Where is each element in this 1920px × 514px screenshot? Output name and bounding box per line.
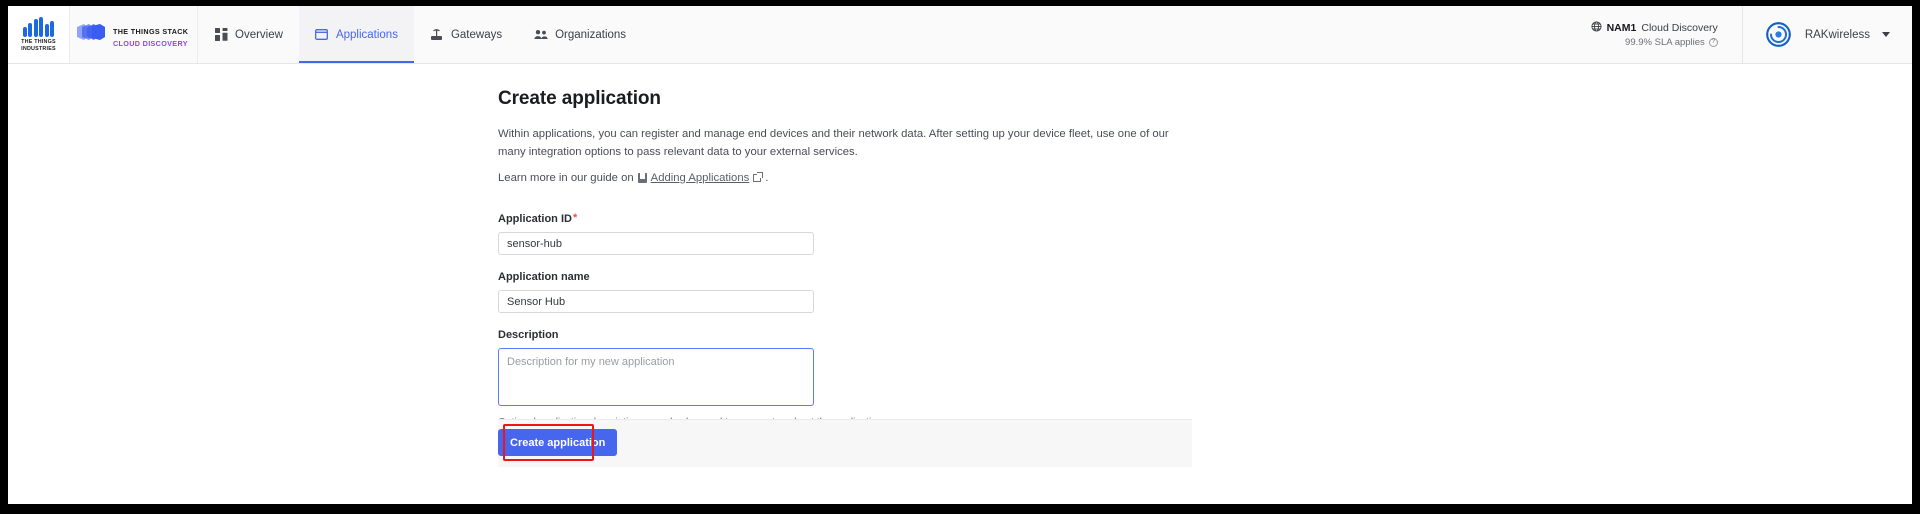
nav-item-organizations[interactable]: Organizations [518, 6, 642, 63]
create-application-button-wrap: Create application [498, 429, 618, 456]
intro-paragraph: Within applications, you can register an… [498, 128, 1169, 158]
field-application-name: Application name [498, 271, 1192, 313]
create-application-panel: Create application Within applications, … [498, 88, 1192, 428]
nav-item-overview[interactable]: Overview [198, 6, 299, 63]
nav-item-overview-label: Overview [235, 28, 283, 41]
page-title: Create application [498, 88, 661, 109]
nav-item-applications[interactable]: Applications [298, 6, 414, 63]
things-industries-logo-line2: INDUSTRIES [21, 45, 56, 52]
nav-item-gateways[interactable]: Gateways [414, 6, 518, 63]
field-description: Description Optional application descrip… [498, 329, 1192, 428]
things-industries-bars-logo-icon [22, 17, 55, 38]
learn-more-line: Learn more in our guide on Adding Applic… [498, 170, 1192, 186]
main-content: Create application Within applications, … [8, 64, 1912, 503]
description-label-text: Description [498, 329, 559, 341]
browser-page: THE THINGS INDUSTRIES THE THINGS STACK C… [8, 6, 1912, 504]
user-menu[interactable]: RAKwireless [1743, 6, 1912, 63]
application-id-label: Application ID * [498, 212, 1192, 226]
form-action-bar: Create application [498, 419, 1192, 467]
application-window-icon [315, 28, 329, 42]
things-stack-logo-line2: CLOUD DISCOVERY [113, 38, 188, 48]
cluster-info: NAM1 Cloud Discovery 99.9% SLA applies ? [1573, 6, 1743, 63]
nav-item-organizations-label: Organizations [555, 28, 627, 41]
nav-item-applications-label: Applications [335, 28, 398, 41]
gateway-antenna-icon [430, 28, 444, 42]
book-icon [637, 173, 647, 183]
description-label: Description [498, 329, 1192, 341]
things-stack-layers-logo-icon [76, 23, 106, 46]
question-circle-icon[interactable]: ? [1708, 38, 1718, 47]
adding-applications-link[interactable]: Adding Applications [651, 170, 750, 186]
application-id-input[interactable] [498, 232, 814, 255]
learn-more-suffix: . [765, 172, 769, 184]
organizations-people-icon [534, 28, 548, 42]
top-navigation-bar: THE THINGS INDUSTRIES THE THINGS STACK C… [8, 6, 1912, 64]
screen-frame: THE THINGS INDUSTRIES THE THINGS STACK C… [0, 0, 1920, 514]
things-industries-logo-line1: THE THINGS [21, 39, 56, 46]
external-link-icon [753, 172, 764, 182]
things-stack-logo[interactable]: THE THINGS STACK CLOUD DISCOVERY [70, 6, 198, 63]
username-label: RAKwireless [1804, 28, 1870, 41]
create-application-button[interactable]: Create application [498, 429, 618, 456]
things-stack-logo-line1: THE THINGS STACK [113, 27, 189, 37]
nav-item-gateways-label: Gateways [450, 28, 503, 41]
nav-tabs: Overview Applications Gateways Organizat… [198, 6, 642, 63]
globe-icon [1591, 21, 1602, 35]
application-name-label: Application name [498, 271, 1192, 283]
application-name-input[interactable] [498, 290, 814, 313]
chevron-down-icon[interactable] [1882, 32, 1890, 37]
things-industries-logo[interactable]: THE THINGS INDUSTRIES [8, 6, 70, 63]
rakwireless-logo-icon [1765, 21, 1793, 49]
cluster-sla-text: 99.9% SLA applies [1625, 37, 1705, 48]
learn-more-prefix: Learn more in our guide on [498, 172, 634, 184]
application-id-label-text: Application ID [498, 213, 572, 225]
cluster-code: NAM1 [1606, 22, 1637, 34]
grid-icon [214, 28, 228, 42]
description-textarea[interactable] [498, 348, 814, 406]
required-marker: * [572, 212, 578, 224]
create-application-form: Application ID * Application name [498, 213, 1192, 428]
cluster-name: Cloud Discovery [1641, 22, 1718, 34]
field-application-id: Application ID * [498, 213, 1192, 255]
application-name-label-text: Application name [498, 271, 590, 283]
